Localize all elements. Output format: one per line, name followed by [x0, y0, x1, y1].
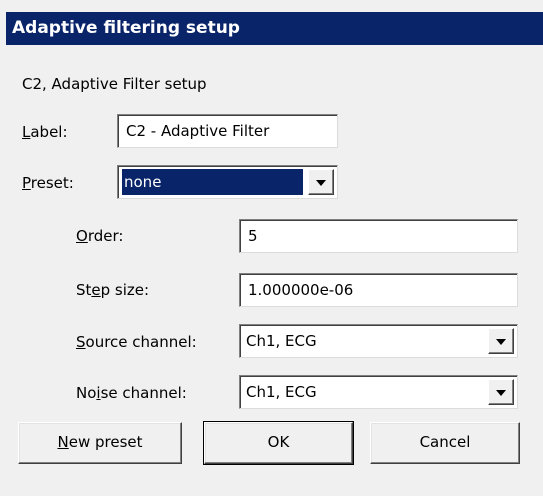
new-preset-button[interactable]: New preset	[18, 422, 182, 464]
chevron-down-icon	[496, 390, 506, 396]
chevron-down-icon	[496, 339, 506, 345]
preset-select-value: none	[122, 169, 303, 195]
noise-channel-select[interactable]: Ch1, ECG	[239, 375, 518, 409]
title-bar[interactable]: Adaptive filtering setup	[6, 12, 543, 45]
preset-caption-rest: reset:	[30, 174, 74, 192]
source-channel-select[interactable]: Ch1, ECG	[239, 324, 518, 358]
new-preset-hotkey: N	[57, 433, 69, 451]
cancel-button[interactable]: Cancel	[370, 422, 520, 464]
preset-dropdown-button[interactable]	[308, 169, 334, 195]
noise-channel-value: Ch1, ECG	[246, 383, 317, 401]
source-channel-value: Ch1, ECG	[246, 332, 317, 350]
new-preset-label: ew preset	[68, 433, 143, 451]
chevron-down-icon	[316, 180, 326, 186]
label-caption: Label:	[22, 122, 68, 142]
label-caption-rest: abel:	[30, 123, 68, 141]
preset-select[interactable]: none	[117, 165, 338, 199]
source-channel-caption: Source channel:	[76, 332, 197, 352]
noise-channel-caption: Noise channel:	[76, 383, 187, 403]
dialog-window: Adaptive filtering setup C2, Adaptive Fi…	[0, 0, 543, 496]
noise-channel-dropdown-button[interactable]	[488, 379, 514, 405]
window-title: Adaptive filtering setup	[12, 18, 240, 38]
dialog-subtitle: C2, Adaptive Filter setup	[22, 75, 207, 93]
order-field[interactable]: 5	[239, 219, 518, 253]
source-caption-rest: ource channel:	[85, 333, 197, 351]
label-field[interactable]: C2 - Adaptive Filter	[117, 114, 338, 148]
noise-caption-rest: se channel:	[100, 384, 187, 402]
order-caption: Order:	[76, 226, 123, 246]
step-caption-rest: p size:	[100, 281, 150, 299]
source-channel-dropdown-button[interactable]	[488, 328, 514, 354]
step-size-caption: Step size:	[76, 280, 149, 300]
step-caption-hotkey: e	[91, 281, 101, 299]
order-caption-rest: rder:	[87, 227, 124, 245]
order-caption-hotkey: O	[76, 227, 88, 245]
source-caption-hotkey: S	[76, 333, 86, 351]
preset-caption: Preset:	[22, 173, 74, 193]
ok-button[interactable]: OK	[203, 421, 354, 465]
step-caption-pre: St	[76, 281, 92, 299]
noise-caption-pre: No	[76, 384, 97, 402]
step-size-field[interactable]: 1.000000e-06	[239, 273, 518, 307]
preset-caption-hotkey: P	[22, 174, 31, 192]
